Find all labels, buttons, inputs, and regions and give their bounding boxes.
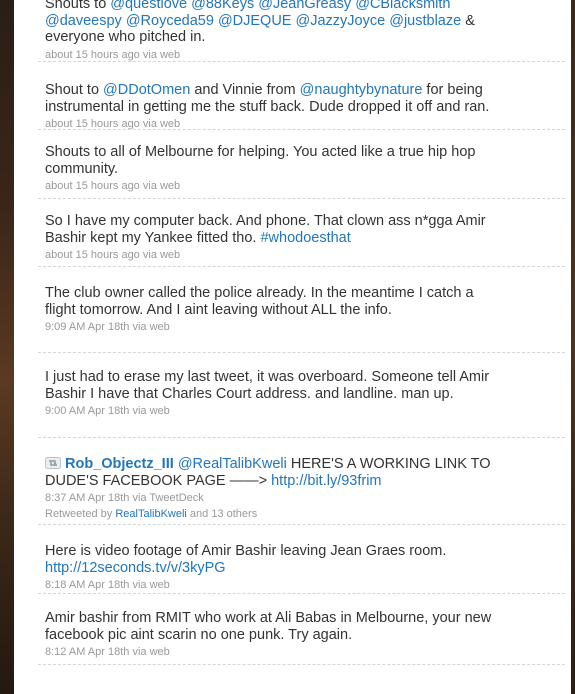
- tweet-source: via web: [142, 249, 181, 261]
- timestamp-link[interactable]: 8:18 AM Apr 18th: [45, 579, 129, 591]
- tweet-item: Amir bashir from RMIT who work at Ali Ba…: [38, 594, 565, 665]
- timestamp-link[interactable]: 8:12 AM Apr 18th: [45, 646, 129, 658]
- tweet-source: via web: [132, 321, 170, 333]
- tweet-source: via web: [132, 579, 170, 591]
- tweet-text: Shouts to all of Melbourne for helping. …: [45, 144, 495, 177]
- timestamp-link[interactable]: about 15 hours ago: [45, 180, 140, 192]
- mention-link[interactable]: @JazzyJoyce: [296, 13, 386, 29]
- tweet-meta: about 15 hours ago via web: [45, 117, 557, 130]
- timestamp-link[interactable]: 8:37 AM Apr 18th: [45, 492, 129, 504]
- tweet-text: Amir bashir from RMIT who work at Ali Ba…: [45, 610, 495, 643]
- tweet-item: I just had to erase my last tweet, it wa…: [38, 353, 565, 438]
- tweet-meta: 8:18 AM Apr 18th via web: [45, 578, 557, 592]
- retweeted-by-user-link[interactable]: RealTalibKweli: [115, 508, 187, 520]
- tweet-source: via web: [142, 180, 181, 192]
- url-link[interactable]: http://bit.ly/93frim: [271, 473, 381, 489]
- tweet-item: Rob_Objectz_III @RealTalibKweli HERE'S A…: [38, 438, 565, 525]
- timestamp-link[interactable]: about 15 hours ago: [45, 249, 140, 261]
- tweet-meta: 8:37 AM Apr 18th via TweetDeck: [45, 491, 557, 505]
- tweet-text: The club owner called the police already…: [45, 285, 495, 318]
- tweet-text-segment: Shouts to all of Melbourne for helping. …: [45, 144, 476, 177]
- timestamp-link[interactable]: 9:00 AM Apr 18th: [45, 405, 129, 417]
- tweet-text: Rob_Objectz_III @RealTalibKweli HERE'S A…: [45, 456, 495, 489]
- hashtag-link[interactable]: #whodoesthat: [260, 230, 350, 246]
- retweeted-by-label: Retweeted by: [45, 508, 116, 520]
- background-photo-left: [0, 0, 14, 694]
- mention-link[interactable]: @JeanGreasy: [258, 0, 351, 12]
- mention-link[interactable]: @justblaze: [389, 13, 461, 29]
- tweet-meta: about 15 hours ago via web: [45, 248, 557, 262]
- mention-link[interactable]: @DDotOmen: [103, 82, 190, 98]
- tweet-item: So I have my computer back. And phone. T…: [38, 199, 565, 267]
- mention-link[interactable]: @DJEQUE: [218, 13, 292, 29]
- mention-link[interactable]: @CBlacksmith: [355, 0, 450, 12]
- tweet-text: Here is video footage of Amir Bashir lea…: [45, 543, 495, 576]
- tweet-text: Shout to @DDotOmen and Vinnie from @naug…: [45, 82, 495, 115]
- tweet-meta: about 15 hours ago via web: [45, 179, 557, 193]
- mention-link[interactable]: @88Keys: [191, 0, 254, 12]
- tweet-text-segment: Shout to: [45, 82, 104, 98]
- tweet-item: Shouts to @questlove @88Keys @JeanGreasy…: [38, 0, 565, 62]
- timeline-page: Shouts to @questlove @88Keys @JeanGreasy…: [14, 0, 571, 694]
- tweet-meta: 9:00 AM Apr 18th via web: [45, 404, 557, 418]
- timestamp-link[interactable]: 9:09 AM Apr 18th: [45, 321, 129, 333]
- tweet-source: via web: [142, 48, 181, 61]
- timestamp-link[interactable]: about 15 hours ago: [45, 49, 140, 61]
- mention-link[interactable]: @naughtybynature: [300, 82, 423, 98]
- timestamp-link[interactable]: about 15 hours ago: [45, 118, 140, 129]
- retweeted-by-count: and 13 others: [186, 508, 258, 520]
- tweet-text: I just had to erase my last tweet, it wa…: [45, 369, 495, 402]
- retweet-icon: [45, 457, 61, 469]
- tweet-item: The club owner called the police already…: [38, 267, 565, 353]
- retweet-author-link[interactable]: Rob_Objectz_III: [65, 456, 174, 472]
- tweet-item: Here is video footage of Amir Bashir lea…: [38, 525, 565, 594]
- mention-link[interactable]: @RealTalibKweli: [178, 456, 287, 472]
- tweet-text-segment: I just had to erase my last tweet, it wa…: [45, 369, 490, 402]
- tweet-text-segment: Amir bashir from RMIT who work at Ali Ba…: [45, 610, 492, 643]
- url-link[interactable]: http://12seconds.tv/v/3kyPG: [45, 560, 226, 576]
- tweet-meta: about 15 hours ago via web: [45, 48, 557, 62]
- tweet-item: Shout to @DDotOmen and Vinnie from @naug…: [38, 62, 565, 130]
- tweet-source: via TweetDeck: [132, 492, 204, 504]
- tweet-meta: 8:12 AM Apr 18th via web: [45, 645, 557, 659]
- tweet-text: Shouts to @questlove @88Keys @JeanGreasy…: [45, 0, 495, 46]
- tweet-text-segment: and Vinnie from: [190, 82, 300, 98]
- tweet-text: So I have my computer back. And phone. T…: [45, 213, 495, 246]
- mention-link[interactable]: @daveespy: [45, 13, 122, 29]
- tweet-source: via web: [142, 118, 181, 130]
- tweet-text-segment: Shouts to: [45, 0, 111, 12]
- tweet-meta: 9:09 AM Apr 18th via web: [45, 320, 557, 334]
- tweet-timeline: Shouts to @questlove @88Keys @JeanGreasy…: [38, 0, 565, 665]
- mention-link[interactable]: @questlove: [110, 0, 187, 12]
- background-photo-right: [571, 0, 575, 694]
- retweeted-by: Retweeted by RealTalibKweli and 13 other…: [45, 507, 557, 521]
- tweet-text-segment: The club owner called the police already…: [45, 285, 474, 318]
- mention-link[interactable]: @Royceda59: [126, 13, 214, 29]
- tweet-source: via web: [132, 646, 170, 658]
- tweet-source: via web: [132, 405, 170, 417]
- tweet-text-segment: Here is video footage of Amir Bashir lea…: [45, 543, 447, 559]
- tweet-item: Shouts to all of Melbourne for helping. …: [38, 130, 565, 199]
